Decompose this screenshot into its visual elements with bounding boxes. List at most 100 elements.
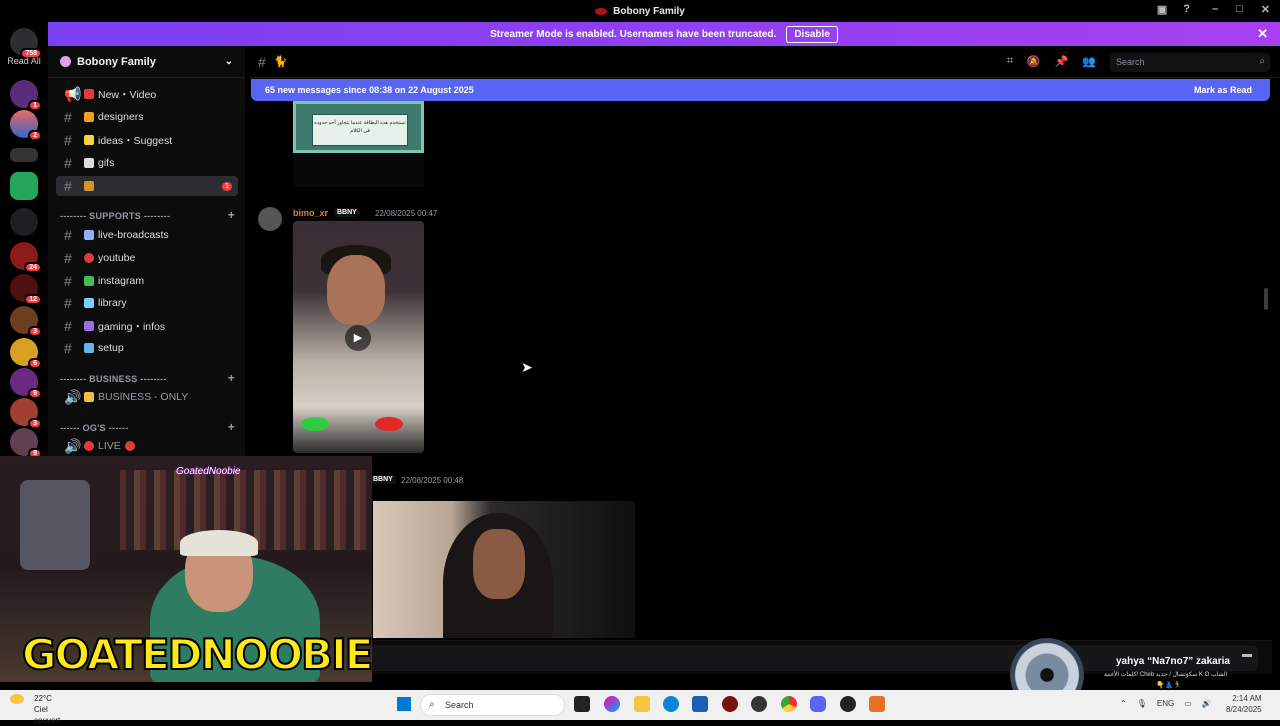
home-button[interactable]: 758 [10, 28, 42, 59]
search-input[interactable]: Search ⌕ [1110, 53, 1270, 72]
now-playing-toast: yahya “Na7no7” zakaria كلمات الأغنية/ Ch… [1010, 638, 1266, 712]
channel-label: library [98, 297, 127, 309]
app-icon[interactable] [869, 696, 885, 712]
new-messages-text: 65 new messages since 08:38 on 22 August… [265, 85, 474, 95]
read-all-button[interactable]: Read All [2, 56, 46, 66]
channel-item[interactable]: # live-broadcasts [56, 225, 238, 245]
add-channel-icon[interactable]: + [228, 371, 235, 385]
network-icon[interactable]: ▭ [1184, 699, 1192, 708]
category-supports[interactable]: -------- SUPPORTS -------- + [60, 208, 235, 222]
channel-item[interactable]: 🔊 BUSINESS - ONLY [56, 387, 238, 407]
system-tray[interactable]: ⌃ 🎙 ENG ▭ 🔊 [1120, 699, 1212, 708]
guild-header[interactable]: Bobony Family ⌄ [48, 46, 245, 78]
members-icon[interactable]: 👥 [1082, 55, 1096, 68]
server-icon[interactable]: 2 [10, 110, 42, 141]
close-window-button[interactable]: ✕ [1261, 3, 1270, 16]
channel-emoji-icon [84, 135, 94, 145]
webcam-handle: GoatedNoobie [176, 466, 241, 477]
notification-bell-icon[interactable]: 🔕 [1027, 55, 1041, 68]
video-attachment[interactable]: ▶ [293, 221, 424, 453]
scrollbar[interactable] [1264, 288, 1268, 310]
channel-item[interactable]: # gifs [56, 153, 238, 173]
message-username[interactable]: bimo_xr [293, 208, 328, 218]
channel-item[interactable]: 📢 New・Video [56, 84, 238, 104]
tray-chevron-icon[interactable]: ⌃ [1120, 699, 1127, 708]
server-icon[interactable]: 3 [10, 398, 42, 429]
discord-icon[interactable] [810, 696, 826, 712]
lock-icon [84, 392, 94, 402]
red-button-shape [375, 417, 403, 431]
task-view-icon[interactable] [574, 696, 590, 712]
channel-item[interactable]: # youtube [56, 248, 238, 268]
channel-item[interactable]: # designers [56, 107, 238, 127]
copilot-icon[interactable] [604, 696, 620, 712]
message-feed: تستخدم هذه البطاقة عندما يتجاوز أحد حدود… [250, 101, 1272, 638]
weather-desc: Ciel couvert [34, 705, 61, 725]
channel-label: designers [98, 111, 144, 123]
mic-icon[interactable]: 🎙 [1137, 699, 1147, 708]
channel-item[interactable]: # gaming・infos [56, 316, 238, 336]
channel-item-selected[interactable]: # 1 [56, 176, 238, 196]
new-messages-bar[interactable]: 65 new messages since 08:38 on 22 August… [251, 79, 1270, 101]
file-explorer-icon[interactable] [634, 696, 650, 712]
inbox-icon[interactable]: ▣ [1157, 3, 1167, 16]
obs-icon[interactable] [751, 696, 767, 712]
server-icon[interactable]: 1 [10, 80, 42, 111]
store-icon[interactable] [692, 696, 708, 712]
card-text: تستخدم هذه البطاقة عندما يتجاوز أحد حدود… [312, 114, 408, 146]
webcam-brand-text: GOATEDNOOBIE [21, 629, 372, 680]
server-icon[interactable]: 6 [10, 338, 42, 369]
hash-icon: # [64, 273, 72, 289]
server-icon[interactable]: 9 [10, 428, 42, 459]
toast-menu-icon[interactable]: ▬ [1242, 649, 1252, 660]
add-channel-icon[interactable]: + [228, 208, 235, 222]
disable-streamer-mode-button[interactable]: Disable [786, 25, 838, 43]
play-icon[interactable]: ▶ [345, 325, 371, 351]
weather-widget[interactable]: 22°C Ciel couvert [10, 693, 60, 725]
chrome-icon[interactable] [781, 696, 797, 712]
server-icon[interactable]: 24 [10, 242, 42, 273]
server-icon[interactable]: 12 [10, 274, 42, 305]
language-indicator[interactable]: ENG [1157, 699, 1174, 708]
volume-icon[interactable]: 🔊 [1202, 699, 1212, 708]
channel-emoji-icon [84, 276, 94, 286]
image-attachment[interactable]: تستخدم هذه البطاقة عندما يتجاوز أحد حدود… [293, 101, 424, 153]
server-icon[interactable] [10, 148, 38, 162]
mark-as-read-button[interactable]: Mark as Read [1194, 85, 1252, 95]
threads-icon[interactable]: ⌗ [1007, 55, 1013, 68]
avatar[interactable] [258, 207, 282, 231]
channel-item[interactable]: # ideas・Suggest [56, 130, 238, 150]
server-icon[interactable] [10, 172, 38, 200]
category-ogs[interactable]: ------ OG'S ------ + [60, 420, 235, 434]
server-tag-badge: BBNY [370, 475, 396, 484]
add-channel-icon[interactable]: + [228, 420, 235, 434]
edge-icon[interactable] [663, 696, 679, 712]
maximize-button[interactable]: □ [1236, 3, 1243, 16]
streamer-mode-banner: Streamer Mode is enabled. Usernames have… [48, 22, 1280, 46]
announcement-icon: 📢 [64, 85, 82, 102]
search-icon: ⌕ [1259, 56, 1265, 67]
category-business[interactable]: -------- BUSINESS -------- + [60, 371, 235, 385]
windows-start-icon[interactable] [397, 697, 411, 711]
app-icon[interactable] [722, 696, 738, 712]
help-icon[interactable]: ? [1183, 3, 1190, 16]
close-icon[interactable]: ✕ [1257, 26, 1268, 42]
channel-item[interactable]: # instagram [56, 271, 238, 291]
channel-emoji-icon [84, 253, 94, 263]
app-icon[interactable] [840, 696, 856, 712]
channel-label: gaming・infos [98, 320, 166, 333]
folder-icon[interactable] [10, 208, 38, 236]
pin-icon[interactable]: 📌 [1055, 55, 1069, 68]
taskbar-search[interactable]: ⌕ Search [420, 694, 565, 716]
channel-item[interactable]: 🔊 LIVE [56, 436, 238, 456]
channel-item[interactable]: # library [56, 293, 238, 313]
channel-item[interactable]: # setup [56, 338, 238, 358]
clock[interactable]: 2:14 AM 8/24/2025 [1226, 693, 1262, 715]
server-icon[interactable]: 3 [10, 306, 42, 337]
video-attachment[interactable] [373, 501, 635, 638]
live-dot-icon [84, 441, 94, 451]
server-icon[interactable]: 9 [10, 368, 42, 399]
minimize-button[interactable]: – [1212, 3, 1218, 16]
artist-name: yahya “Na7no7” zakaria [1116, 656, 1230, 667]
hash-icon: # [64, 178, 72, 194]
